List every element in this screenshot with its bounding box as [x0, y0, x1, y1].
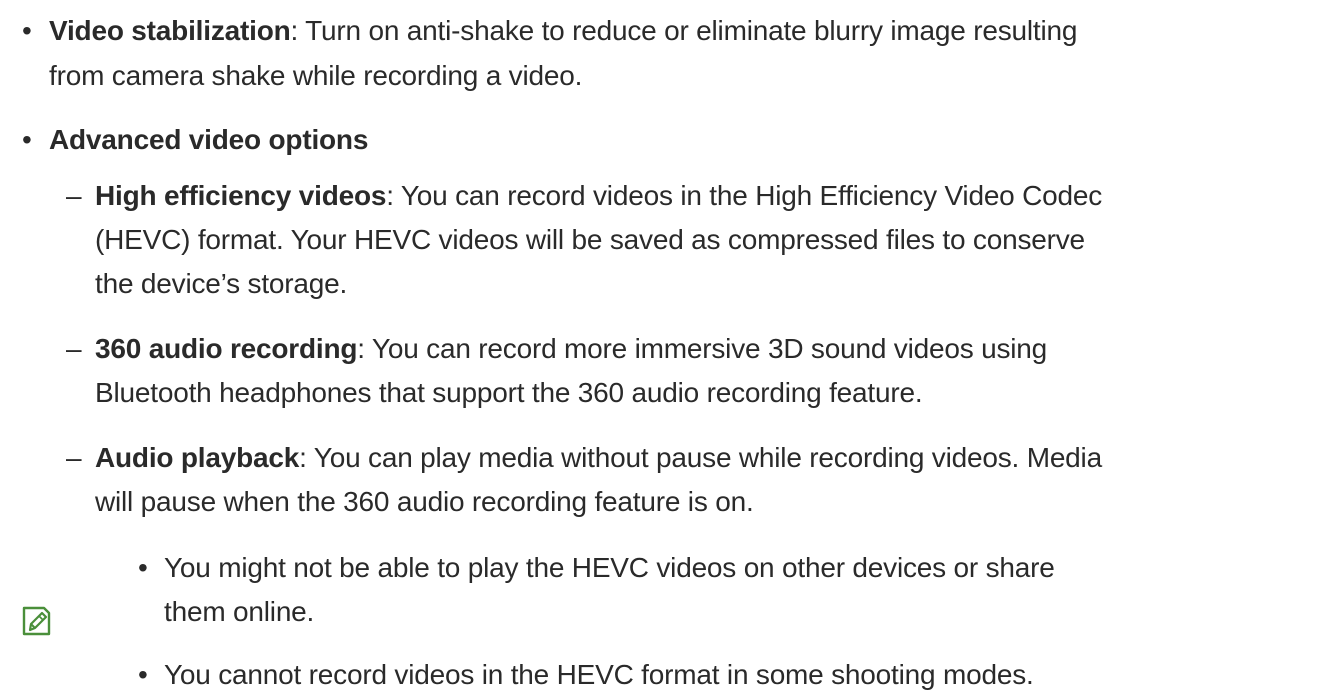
bullet: •	[22, 124, 32, 155]
audio-360-term: 360 audio recording	[95, 333, 358, 364]
audio-playback-text-cont: will pause when the 360 audio recording …	[95, 486, 754, 517]
dash: –	[66, 442, 82, 473]
dash: –	[66, 180, 82, 211]
note-bullet: •	[138, 659, 148, 690]
audio-playback-item: Audio playback: You can play media witho…	[95, 438, 1102, 478]
high-efficiency-item: High efficiency videos: You can record v…	[95, 176, 1102, 216]
bullet: •	[22, 15, 32, 46]
high-efficiency-term: High efficiency videos	[95, 180, 387, 211]
audio-playback-text: : You can play media without pause while…	[299, 442, 1102, 473]
high-efficiency-text-cont: (HEVC) format. Your HEVC videos will be …	[95, 224, 1085, 255]
note-pencil-icon	[22, 606, 51, 636]
audio-playback-term: Audio playback	[95, 442, 300, 473]
high-efficiency-text: : You can record videos in the High Effi…	[386, 180, 1103, 211]
note-bullet: •	[138, 552, 148, 583]
note-2: You cannot record videos in the HEVC for…	[164, 659, 1034, 690]
advanced-video-options-heading: Advanced video options	[49, 124, 369, 155]
video-stabilization-term: Video stabilization	[49, 15, 291, 46]
note-1-cont: them online.	[164, 596, 315, 627]
video-stabilization-text: : Turn on anti-shake to reduce or elimin…	[290, 15, 1078, 46]
video-stabilization-text-cont: from camera shake while recording a vide…	[49, 60, 583, 91]
manual-page: • Video stabilization: Turn on anti-shak…	[0, 0, 1333, 700]
audio-360-text-cont: Bluetooth headphones that support the 36…	[95, 377, 923, 408]
dash: –	[66, 333, 82, 364]
note-1: You might not be able to play the HEVC v…	[164, 552, 1055, 583]
high-efficiency-text-cont: the device’s storage.	[95, 268, 348, 299]
video-stabilization-item: Video stabilization: Turn on anti-shake …	[49, 11, 1077, 51]
audio-360-item: 360 audio recording: You can record more…	[95, 329, 1047, 369]
audio-360-text: : You can record more immersive 3D sound…	[357, 333, 1048, 364]
